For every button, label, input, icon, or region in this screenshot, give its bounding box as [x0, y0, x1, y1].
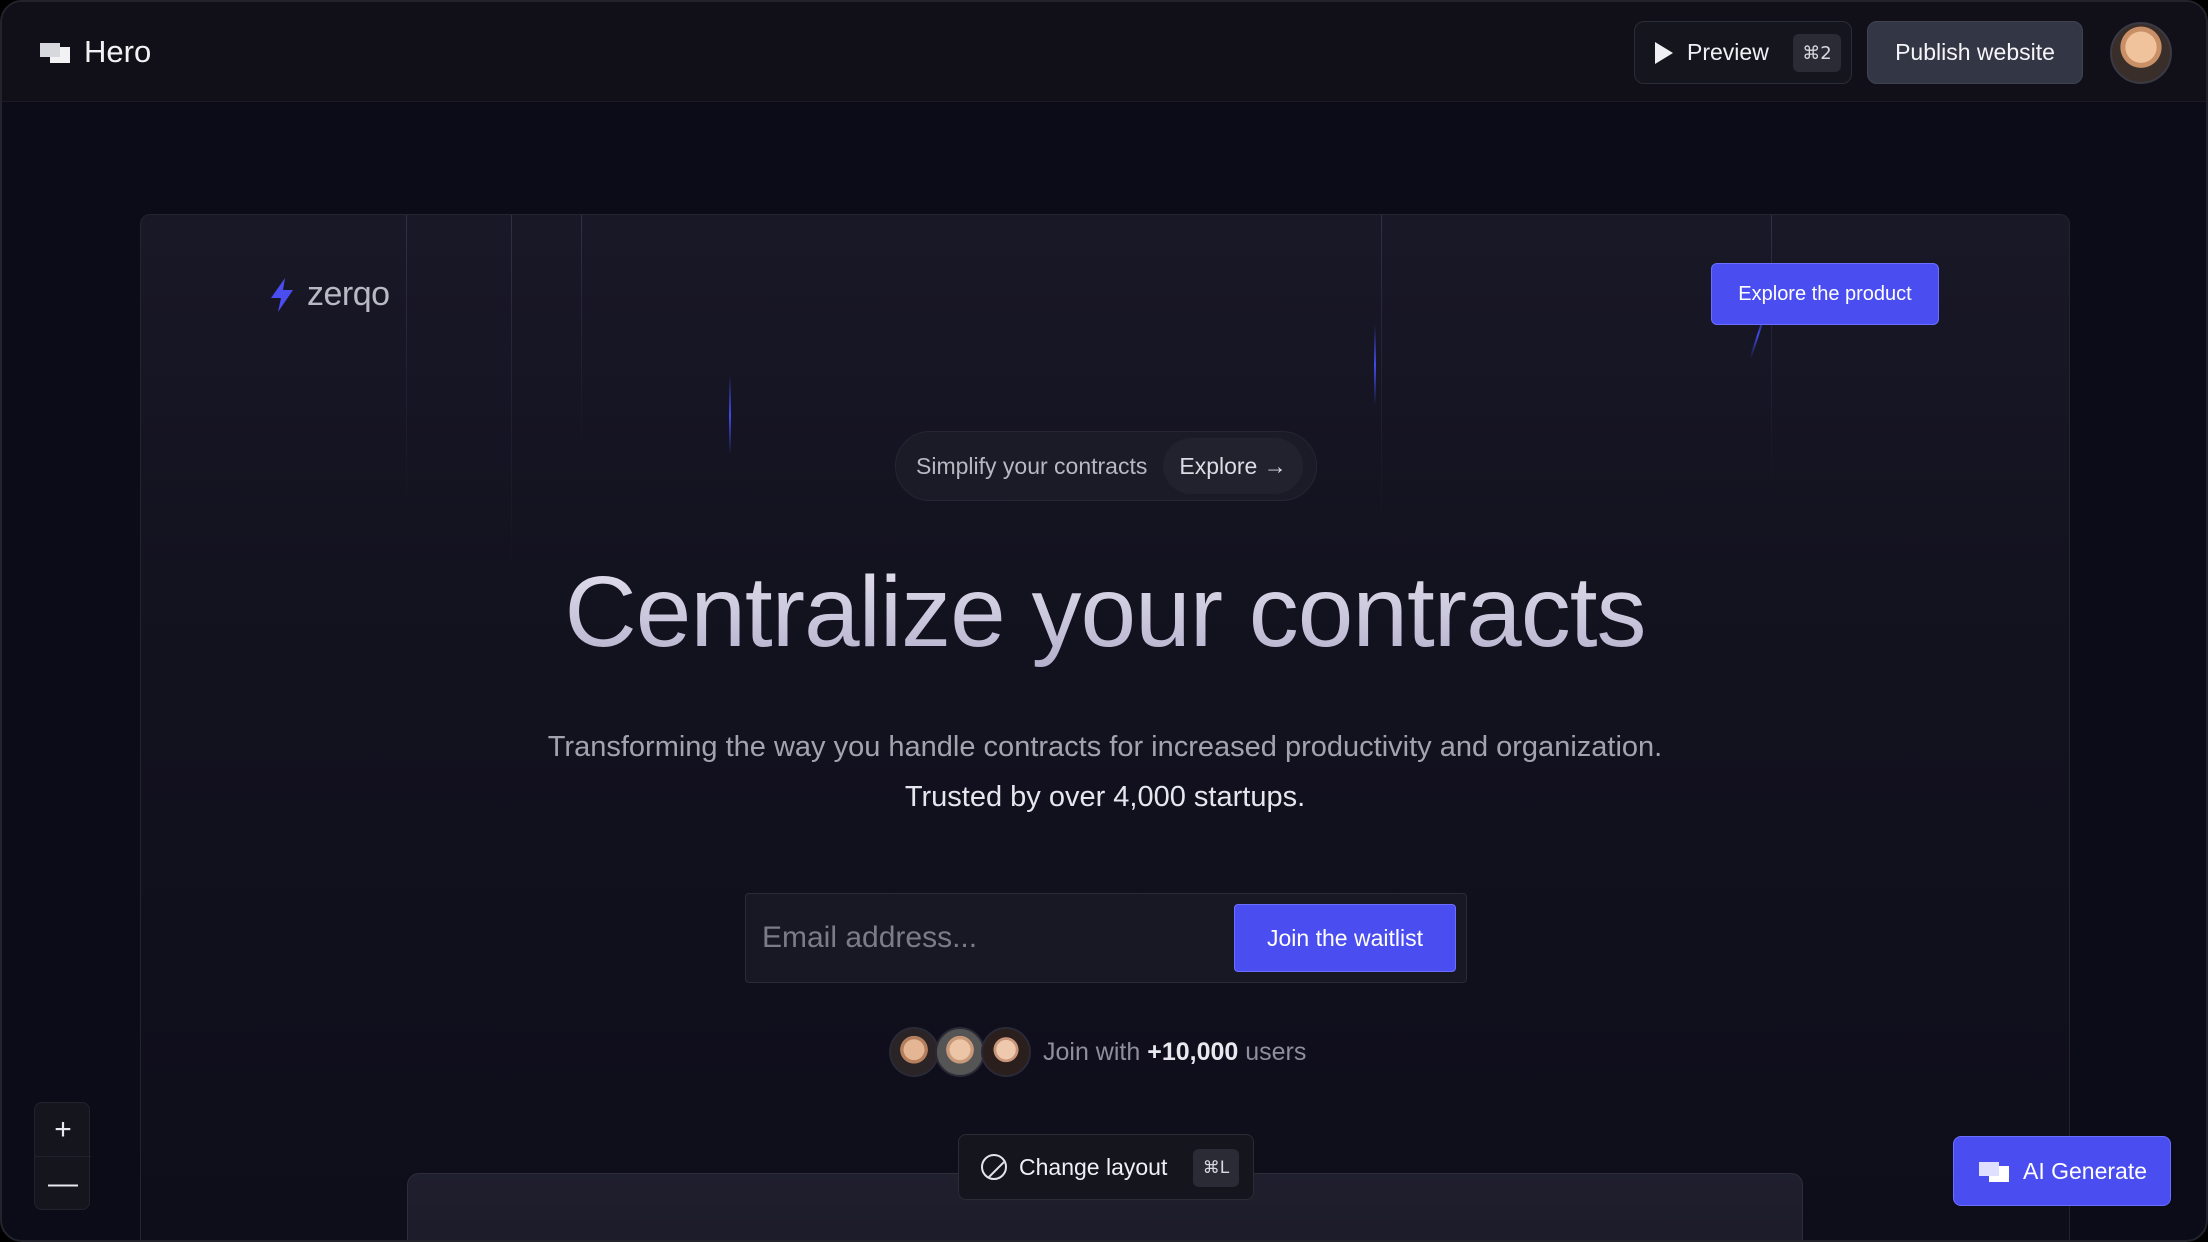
user-avatar[interactable] [2110, 22, 2172, 84]
ai-generate-icon [1978, 1162, 2009, 1182]
bolt-icon [271, 277, 293, 312]
hero-subheadline: Transforming the way you handle contract… [547, 731, 1663, 763]
layout-icon [981, 1154, 1007, 1180]
announcement-pill: Simplify your contracts Explore → [895, 431, 1317, 501]
user-avatar-3 [981, 1027, 1031, 1077]
ai-generate-button[interactable]: AI Generate [1953, 1136, 2171, 1206]
background-ray [406, 215, 407, 515]
hero-logo-icon [40, 43, 70, 63]
publish-website-button[interactable]: Publish website [1867, 21, 2083, 84]
site-logo[interactable]: zerqo [269, 275, 390, 314]
background-ray [511, 215, 512, 575]
users-suffix: users [1245, 1037, 1307, 1066]
preview-button[interactable]: Preview ⌘2 [1634, 21, 1852, 84]
app-brand: Hero [38, 34, 151, 70]
waitlist-form: Join the waitlist [745, 893, 1467, 983]
site-logo-text: zerqo [307, 275, 390, 313]
email-input[interactable] [762, 908, 1232, 968]
hero-headline: Centralize your contracts [141, 555, 2069, 670]
background-ray [581, 215, 582, 455]
ai-generate-label: AI Generate [2022, 1157, 2148, 1184]
light-streak [1374, 325, 1376, 405]
users-count-text: Join with +10,000 users [1043, 1038, 1306, 1067]
users-count: +10,000 [1147, 1037, 1239, 1066]
explore-product-button[interactable]: Explore the product [1711, 263, 1939, 325]
background-ray [1381, 215, 1382, 535]
users-prefix: Join with [1043, 1037, 1141, 1066]
pill-text: Simplify your contracts [916, 452, 1148, 479]
change-layout-button[interactable]: Change layout ⌘L [958, 1134, 1254, 1200]
preview-label: Preview [1687, 39, 1769, 65]
website-canvas: zerqo Explore the product Simplify your … [140, 214, 2070, 1240]
preview-shortcut-badge: ⌘2 [1793, 34, 1841, 72]
zoom-controls: + — [34, 1102, 91, 1211]
change-layout-label: Change layout [1019, 1153, 1168, 1180]
user-avatar-1 [889, 1027, 939, 1077]
change-layout-shortcut-badge: ⌘L [1193, 1149, 1239, 1187]
app-window: Hero Preview ⌘2 Publish website zerqo Ex… [0, 0, 2208, 1242]
zoom-out-button[interactable]: — [35, 1157, 91, 1211]
social-proof: Join with +10,000 users [889, 1027, 1306, 1077]
user-avatar-2 [935, 1027, 985, 1077]
top-bar: Hero Preview ⌘2 Publish website [2, 2, 2206, 102]
join-waitlist-button[interactable]: Join the waitlist [1234, 904, 1456, 972]
zoom-in-button[interactable]: + [35, 1103, 91, 1157]
page-title: Hero [84, 34, 152, 69]
background-ray [1771, 215, 1772, 495]
light-streak [729, 375, 731, 455]
pill-explore-link[interactable]: Explore → [1163, 438, 1303, 494]
trust-line: Trusted by over 4,000 startups. [904, 781, 1306, 813]
play-icon [1655, 41, 1673, 64]
